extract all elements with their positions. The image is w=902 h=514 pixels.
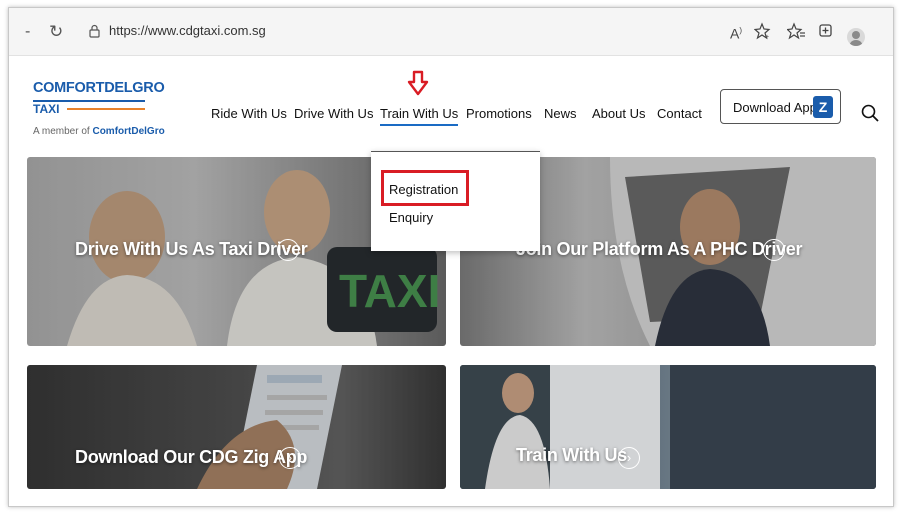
chevron-right-icon[interactable]: › <box>277 239 299 261</box>
screenshot-frame: - ↻ https://www.cdgtaxi.com.sg A) + COMF… <box>8 7 894 507</box>
logo-brand-text: COMFORTDELGRO <box>33 80 165 96</box>
logo-member-text: A member of ComfortDelGro <box>33 126 165 137</box>
chevron-right-icon[interactable]: › <box>618 447 640 469</box>
site-header: COMFORTDELGRO TAXI A member of ComfortDe… <box>9 56 893 156</box>
download-app-button[interactable]: Download App Z <box>720 89 841 124</box>
nav-drive-with-us[interactable]: Drive With Us <box>294 106 373 121</box>
annotation-arrow-down-icon <box>407 70 429 96</box>
nav-promotions[interactable]: Promotions <box>466 106 532 121</box>
nav-ride-with-us[interactable]: Ride With Us <box>211 106 287 121</box>
favorites-icon[interactable] <box>787 22 805 40</box>
card-label: Drive With Us As Taxi Driver <box>75 239 308 259</box>
annotation-highlight-box <box>381 170 469 206</box>
card-label: Train With Us <box>516 445 627 465</box>
dropdown-item-enquiry[interactable]: Enquiry <box>389 210 433 225</box>
card-label: Join Our Platform As A PHC Driver <box>516 239 803 259</box>
phone-app-photo <box>27 365 446 489</box>
chevron-right-icon[interactable]: › <box>763 239 785 261</box>
download-app-label: Download App <box>733 100 817 115</box>
training-photo <box>460 365 876 489</box>
card-download-zig[interactable]: Download Our CDG Zig App › <box>27 365 446 489</box>
nav-contact[interactable]: Contact <box>657 106 702 121</box>
comfortdelgro-taxi-logo[interactable]: COMFORTDELGRO TAXI A member of ComfortDe… <box>33 80 173 142</box>
train-with-us-dropdown: Registration Enquiry <box>371 151 540 251</box>
logo-orange-line <box>67 108 145 110</box>
chevron-right-icon[interactable]: › <box>279 447 301 469</box>
card-label: Download Our CDG Zig App <box>75 447 308 467</box>
back-button[interactable]: - <box>25 22 30 42</box>
lock-icon[interactable] <box>89 24 100 38</box>
zig-app-icon: Z <box>813 96 833 118</box>
nav-about-us[interactable]: About Us <box>592 106 645 121</box>
browser-toolbar: - ↻ https://www.cdgtaxi.com.sg A) + <box>9 8 893 56</box>
read-aloud-icon[interactable]: A) <box>727 22 745 42</box>
svg-text:+: + <box>765 34 769 40</box>
refresh-button[interactable]: ↻ <box>49 22 63 42</box>
nav-news[interactable]: News <box>544 106 577 121</box>
collections-icon[interactable] <box>817 22 835 40</box>
search-icon[interactable] <box>861 104 879 122</box>
address-bar[interactable]: https://www.cdgtaxi.com.sg <box>109 23 266 38</box>
card-train-with-us[interactable]: Train With Us › <box>460 365 876 489</box>
logo-taxi-text: TAXI <box>33 102 60 116</box>
favorite-add-icon[interactable]: + <box>754 22 772 40</box>
profile-icon[interactable] <box>847 28 865 46</box>
nav-train-with-us[interactable]: Train With Us <box>380 106 459 126</box>
